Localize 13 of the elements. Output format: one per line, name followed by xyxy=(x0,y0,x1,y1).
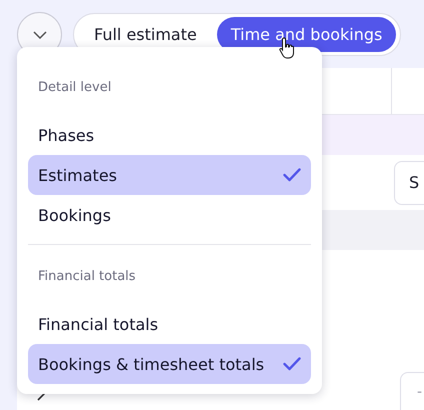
menu-item[interactable]: Financial totals xyxy=(28,304,311,344)
menu-item[interactable]: Estimates xyxy=(28,155,311,195)
chevron-down-icon xyxy=(32,30,46,38)
input-field[interactable]: S xyxy=(394,160,424,204)
menu-item[interactable]: Bookings xyxy=(28,195,311,235)
menu-heading: Financial totals xyxy=(37,268,137,286)
menu-heading: Detail level xyxy=(37,79,112,97)
menu-item[interactable]: Phases xyxy=(28,115,311,155)
check-icon xyxy=(283,168,301,182)
view-tab[interactable]: Full estimate xyxy=(80,17,211,52)
view-tab[interactable]: Time and bookings xyxy=(216,17,396,52)
check-icon xyxy=(283,357,301,371)
menu-item[interactable]: Bookings & timesheet totals xyxy=(28,344,311,384)
